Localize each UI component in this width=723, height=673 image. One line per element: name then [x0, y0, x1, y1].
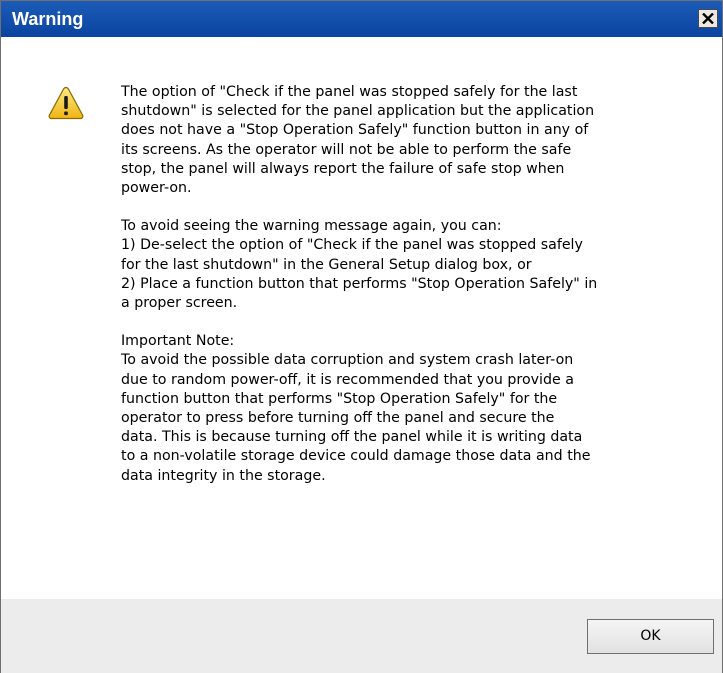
close-icon — [702, 13, 714, 24]
message-paragraph-2: To avoid seeing the warning message agai… — [121, 218, 598, 312]
message-paragraph-1: The option of "Check if the panel was st… — [121, 84, 595, 197]
close-button[interactable] — [698, 9, 718, 28]
dialog-content: The option of "Check if the panel was st… — [1, 37, 722, 599]
warning-icon — [48, 86, 84, 120]
window-title: Warning — [12, 9, 84, 29]
warning-message: The option of "Check if the panel was st… — [121, 83, 711, 505]
message-paragraph-3: Important Note: To avoid the possible da… — [121, 333, 591, 484]
button-bar: OK — [1, 599, 722, 673]
title-bar[interactable]: Warning — [1, 1, 722, 37]
warning-dialog: Warning The option of "Check if the pane… — [0, 0, 723, 673]
ok-button[interactable]: OK — [587, 619, 714, 654]
